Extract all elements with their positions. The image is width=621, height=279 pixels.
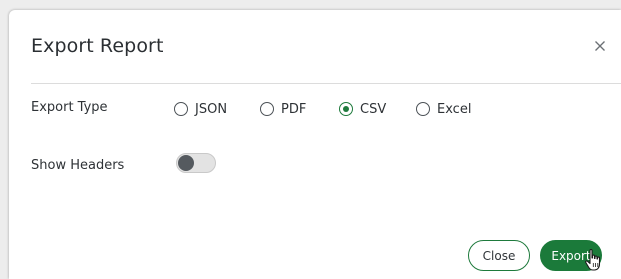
radio-pdf[interactable]: PDF	[260, 99, 306, 119]
export-report-dialog: Export Report Export Type JSON PDF CSV E…	[9, 10, 621, 279]
close-icon[interactable]	[592, 38, 608, 54]
dialog-title: Export Report	[31, 35, 164, 57]
radio-dot-icon	[343, 106, 349, 112]
radio-pdf-label: PDF	[281, 101, 307, 117]
radio-excel-label: Excel	[437, 101, 472, 117]
radio-json-label: JSON	[195, 101, 228, 117]
radio-json[interactable]: JSON	[174, 99, 227, 119]
radio-excel[interactable]: Excel	[416, 99, 471, 119]
export-button[interactable]: Export	[540, 240, 602, 271]
radio-circle-icon	[260, 102, 274, 116]
close-button[interactable]: Close	[468, 240, 530, 271]
export-type-label: Export Type	[31, 100, 108, 115]
screen-background: Export Report Export Type JSON PDF CSV E…	[0, 0, 621, 279]
radio-circle-icon	[174, 102, 188, 116]
show-headers-toggle[interactable]	[176, 153, 216, 173]
radio-csv[interactable]: CSV	[339, 99, 386, 119]
radio-circle-icon	[416, 102, 430, 116]
show-headers-label: Show Headers	[31, 158, 125, 173]
radio-csv-label: CSV	[360, 101, 387, 117]
radio-checked-icon	[339, 102, 353, 116]
toggle-knob	[178, 155, 194, 171]
header-divider	[31, 83, 621, 84]
